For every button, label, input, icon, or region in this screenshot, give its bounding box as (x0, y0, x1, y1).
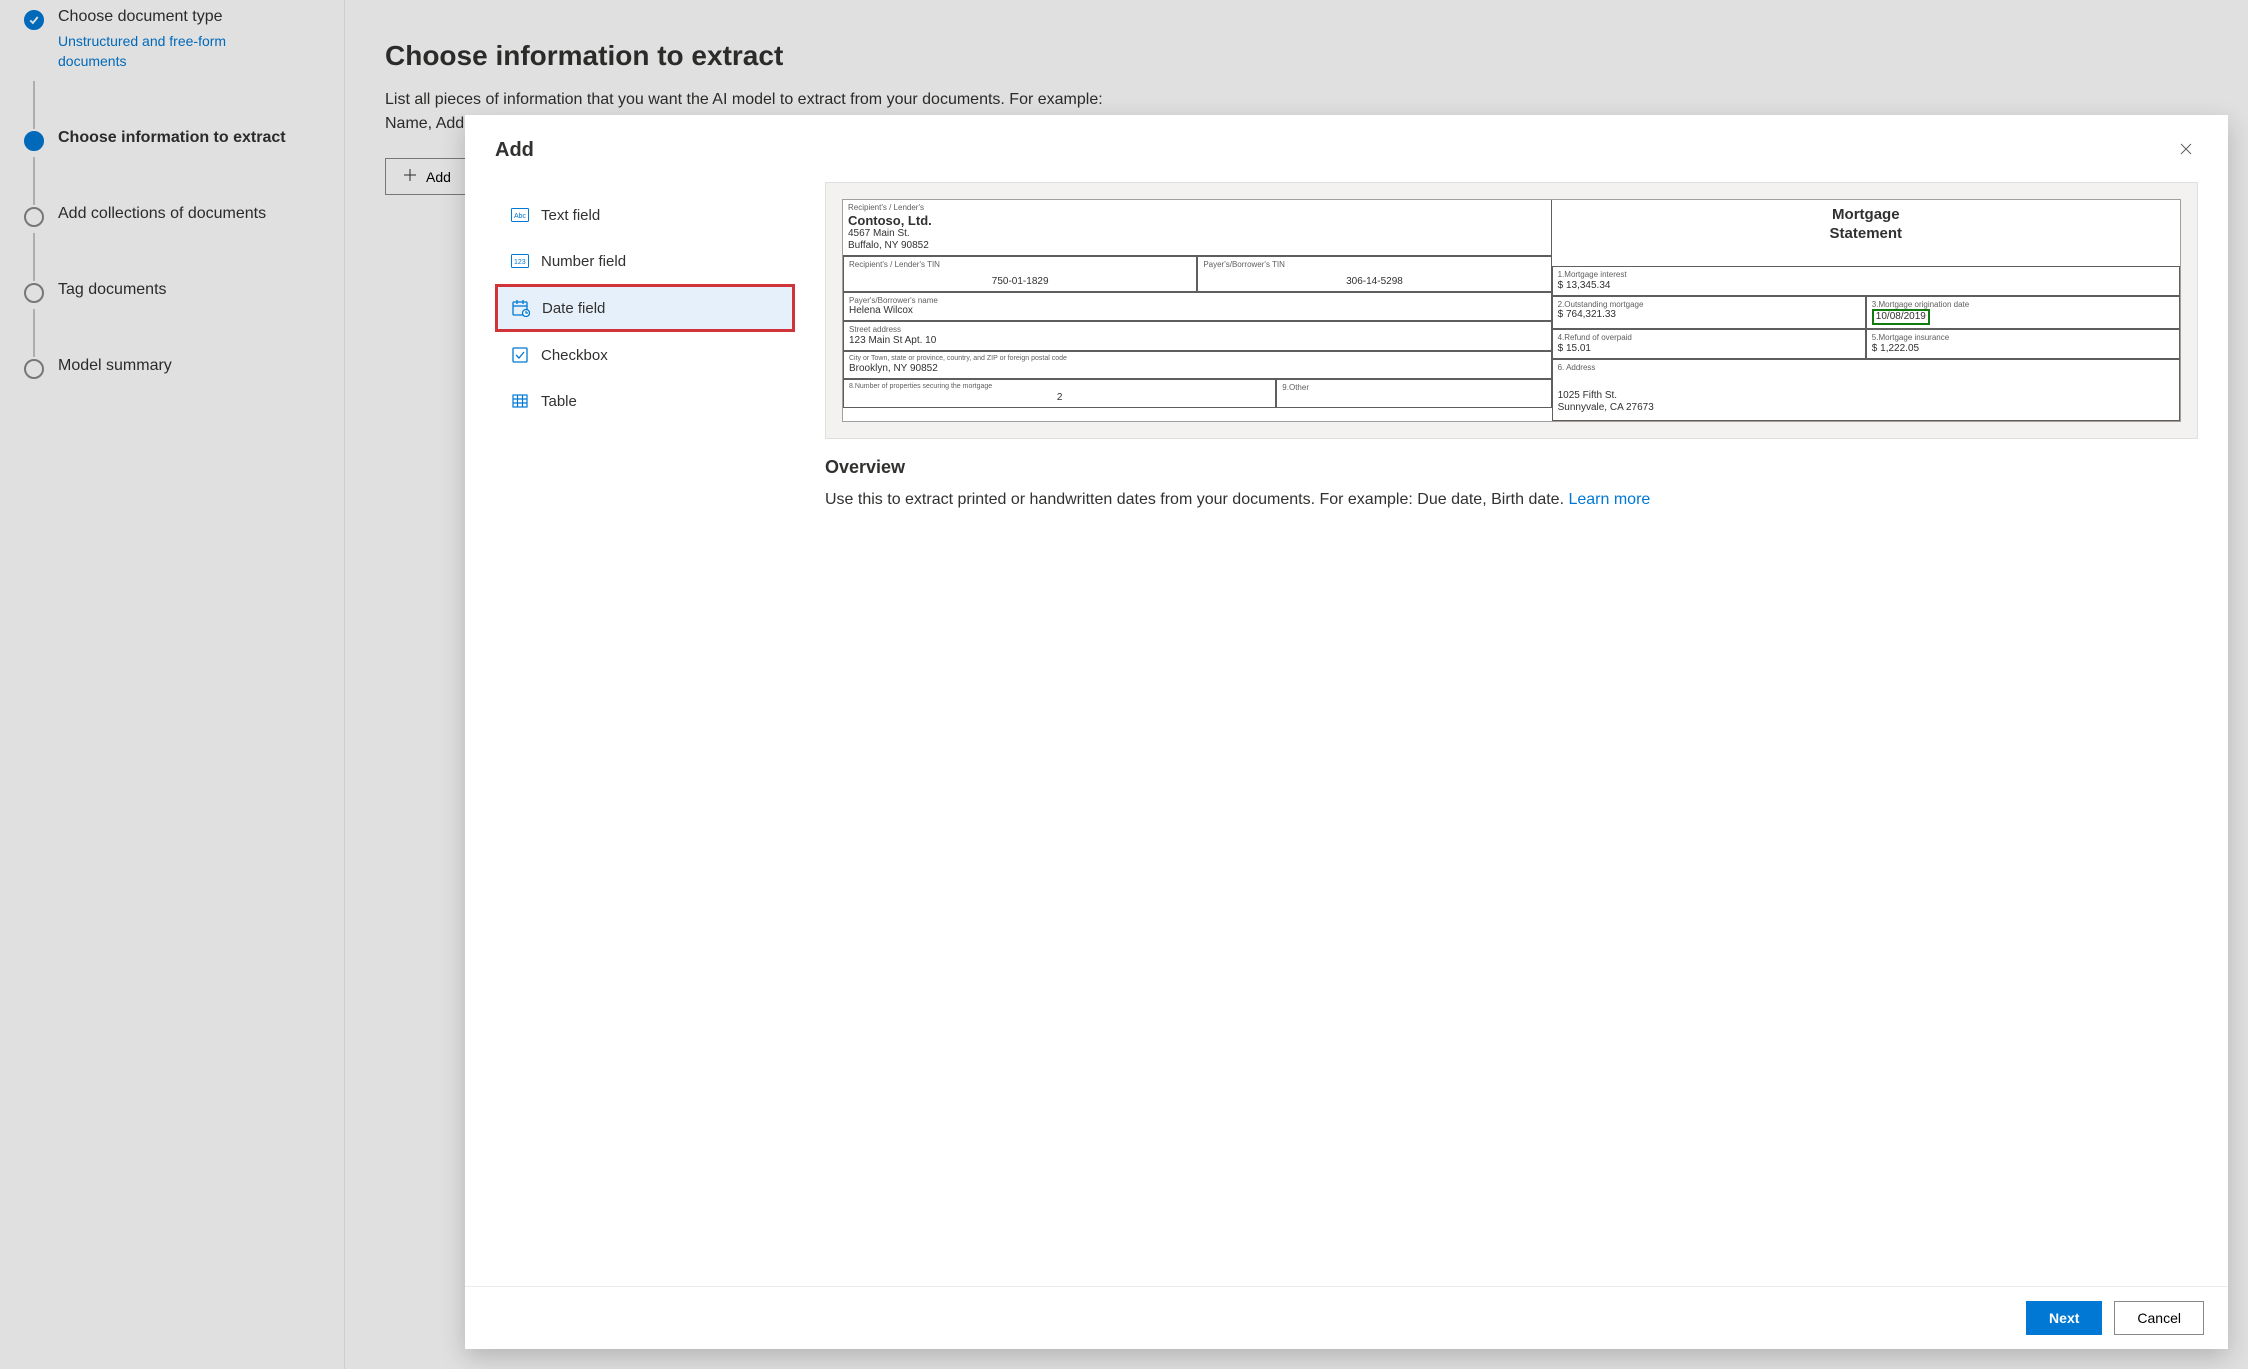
overview-heading: Overview (825, 457, 2198, 478)
field-option-number[interactable]: 123 Number field (495, 238, 795, 284)
field-option-label: Date field (542, 300, 605, 317)
preview-text: Helena Wilcox (849, 305, 1546, 317)
preview-text: Sunnyvale, CA 27673 (1558, 402, 2174, 414)
number-field-icon: 123 (511, 252, 529, 270)
preview-text: 750-01-1829 (849, 270, 1191, 288)
next-button[interactable]: Next (2026, 1301, 2102, 1335)
field-option-label: Text field (541, 207, 600, 224)
modal-title: Add (495, 139, 534, 162)
field-option-label: Checkbox (541, 347, 608, 364)
preview-title: Statement (1552, 225, 2180, 244)
preview-label: 1.Mortgage interest (1558, 270, 2174, 280)
preview-text: 4567 Main St. (848, 228, 1546, 240)
field-type-list: Abc Text field 123 Number field Date fie… (495, 174, 795, 1286)
learn-more-link[interactable]: Learn more (1568, 491, 1650, 508)
preview-label: Recipient's / Lender's TIN (849, 260, 1191, 270)
overview-description: Use this to extract printed or handwritt… (825, 491, 1568, 508)
cancel-button[interactable]: Cancel (2114, 1301, 2204, 1335)
overview-text: Use this to extract printed or handwritt… (825, 488, 2198, 512)
preview-text: 1025 Fifth St. (1558, 390, 2174, 402)
preview-label: Street address (849, 325, 1546, 335)
preview-label: 3.Mortgage origination date (1872, 300, 2174, 310)
preview-text: $ 13,345.34 (1558, 280, 2174, 292)
preview-title: Mortgage (1552, 200, 2180, 225)
preview-label: Payer's/Borrower's TIN (1203, 260, 1545, 270)
table-icon (511, 392, 529, 410)
preview-label: Recipient's / Lender's (848, 203, 1546, 213)
field-option-table[interactable]: Table (495, 378, 795, 424)
highlighted-date: 10/08/2019 (1872, 309, 1930, 325)
preview-label: City or Town, state or province, country… (849, 355, 1546, 363)
preview-text: Brooklyn, NY 90852 (849, 363, 1546, 375)
text-field-icon: Abc (511, 206, 529, 224)
preview-text: Buffalo, NY 90852 (848, 240, 1546, 252)
field-option-label: Table (541, 393, 577, 410)
preview-label: 8.Number of properties securing the mort… (849, 383, 1270, 391)
close-icon (2178, 145, 2194, 160)
date-field-icon (512, 299, 530, 317)
preview-text: 123 Main St Apt. 10 (849, 335, 1546, 347)
preview-label: 4.Refund of overpaid (1558, 333, 1860, 343)
field-option-checkbox[interactable]: Checkbox (495, 332, 795, 378)
preview-label: 2.Outstanding mortgage (1558, 300, 1860, 310)
preview-text: 2 (849, 392, 1270, 404)
svg-text:Abc: Abc (514, 213, 527, 220)
preview-label: Payer's/Borrower's name (849, 296, 1546, 306)
preview-company: Contoso, Ltd. (848, 213, 1546, 229)
preview-label: 6. Address (1558, 363, 2174, 373)
document-preview: Recipient's / Lender's Contoso, Ltd. 456… (825, 182, 2198, 439)
field-detail-panel: Recipient's / Lender's Contoso, Ltd. 456… (825, 174, 2198, 1286)
field-option-date[interactable]: Date field (495, 284, 795, 332)
svg-text:123: 123 (514, 259, 526, 266)
field-option-label: Number field (541, 253, 626, 270)
preview-text: $ 15.01 (1558, 343, 1860, 355)
close-button[interactable] (2174, 137, 2198, 164)
preview-text: 306-14-5298 (1203, 270, 1545, 288)
add-field-modal: Add Abc Text field 123 (465, 115, 2228, 1349)
preview-label: 5.Mortgage insurance (1872, 333, 2174, 343)
preview-label: 9.Other (1282, 383, 1545, 393)
preview-text: $ 1,222.05 (1872, 343, 2174, 355)
preview-text: $ 764,321.33 (1558, 309, 1860, 321)
checkbox-icon (511, 346, 529, 364)
field-option-text[interactable]: Abc Text field (495, 192, 795, 238)
